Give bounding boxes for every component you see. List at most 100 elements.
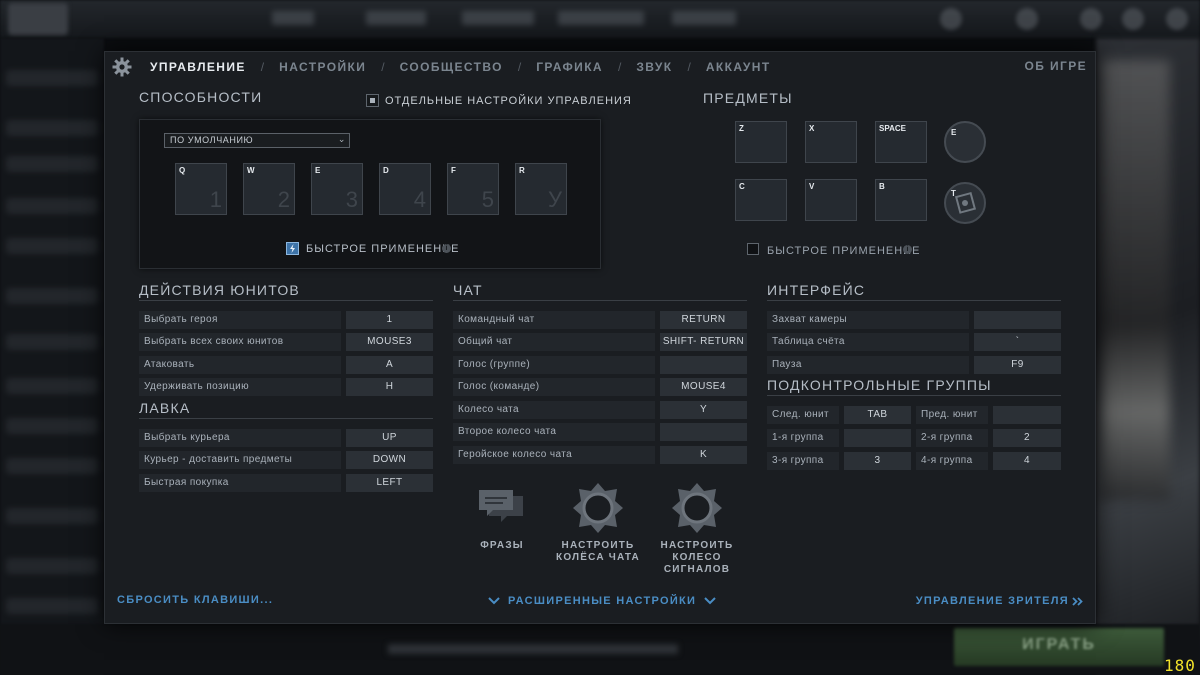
- spectator-controls-link[interactable]: УПРАВЛЕНИЕ ЗРИТЕЛЯ: [916, 594, 1083, 608]
- configure-chat-wheels-label[interactable]: НАСТРОИТЬ КОЛЁСА ЧАТА: [548, 540, 648, 564]
- binding-label: Голос (группе): [453, 356, 655, 374]
- preset-dropdown[interactable]: ПО УМОЛЧАНИЮ ⌄: [164, 133, 350, 148]
- chevron-down-icon: ⌄: [337, 134, 346, 144]
- advanced-settings-toggle[interactable]: РАСШИРЕННЫЕ НАСТРОЙКИ: [488, 594, 716, 608]
- control-group-row: 3-я группа 3 4-я группа 4: [767, 452, 1061, 470]
- binding-label: Быстрая покупка: [139, 474, 341, 492]
- tab-graphics[interactable]: ГРАФИКА: [536, 60, 603, 74]
- binding-key[interactable]: 4: [993, 452, 1061, 470]
- binding-key[interactable]: F9: [974, 356, 1061, 374]
- reset-keys-link[interactable]: СБРОСИТЬ КЛАВИШИ...: [117, 594, 273, 606]
- scroll-icon: [954, 191, 977, 214]
- abilities-title: СПОСОБНОСТИ: [139, 89, 263, 105]
- ability-slot[interactable]: Q 1: [175, 163, 227, 215]
- phrases-icon[interactable]: [477, 488, 527, 528]
- double-chevron-right-icon: [1072, 596, 1083, 606]
- binding-key[interactable]: 3: [844, 452, 911, 470]
- neutral-item-slot[interactable]: E: [944, 121, 986, 163]
- chat-wheel-icon[interactable]: [572, 482, 624, 534]
- item-slot[interactable]: Z: [735, 121, 787, 163]
- binding-key[interactable]: 1: [346, 311, 433, 329]
- info-icon[interactable]: i: [903, 245, 912, 254]
- label-line: НАСТРОИТЬ: [660, 540, 734, 551]
- binding-key[interactable]: DOWN: [346, 451, 433, 469]
- spectator-controls-label: УПРАВЛЕНИЕ ЗРИТЕЛЯ: [915, 595, 1069, 607]
- binding-key[interactable]: MOUSE3: [346, 333, 433, 351]
- tab-community[interactable]: СООБЩЕСТВО: [400, 60, 503, 74]
- binding-key[interactable]: [844, 429, 911, 447]
- chat-title: ЧАТ: [453, 282, 483, 298]
- binding-label: Курьер - доставить предметы: [139, 451, 341, 469]
- abilities-quick-cast-label: БЫСТРОЕ ПРИМЕНЕНИЕ: [306, 243, 460, 255]
- ability-slot[interactable]: E 3: [311, 163, 363, 215]
- item-slot[interactable]: V: [805, 179, 857, 221]
- binding-key[interactable]: [660, 356, 747, 374]
- interface-title: ИНТЕРФЕЙС: [767, 282, 866, 298]
- ability-key: R: [519, 166, 525, 175]
- binding-key[interactable]: [993, 406, 1061, 424]
- tab-settings[interactable]: НАСТРОЙКИ: [279, 60, 366, 74]
- separate-controls-checkbox[interactable]: [366, 94, 379, 107]
- binding-key[interactable]: A: [346, 356, 433, 374]
- binding-key[interactable]: LEFT: [346, 474, 433, 492]
- ability-number: 5: [481, 187, 494, 212]
- item-key: Z: [739, 124, 744, 133]
- quick-cast-toggle-icon[interactable]: [286, 242, 299, 255]
- chevron-down-icon: [488, 597, 500, 605]
- binding-key[interactable]: MOUSE4: [660, 378, 747, 396]
- tab-separator: /: [260, 60, 265, 74]
- item-key: SPACE: [879, 124, 906, 133]
- item-slot[interactable]: C: [735, 179, 787, 221]
- binding-label: 2-я группа: [916, 429, 988, 447]
- label-line: КОЛЕСО: [672, 552, 722, 563]
- configure-ping-wheel-label[interactable]: НАСТРОИТЬ КОЛЕСО СИГНАЛОВ: [647, 540, 747, 576]
- tab-controls[interactable]: УПРАВЛЕНИЕ: [150, 60, 246, 74]
- item-slot[interactable]: SPACE: [875, 121, 927, 163]
- ability-slot[interactable]: R У: [515, 163, 567, 215]
- ability-slot[interactable]: D 4: [379, 163, 431, 215]
- binding-key[interactable]: Y: [660, 401, 747, 419]
- ability-key: D: [383, 166, 389, 175]
- tab-account[interactable]: АККАУНТ: [706, 60, 771, 74]
- item-key: V: [809, 182, 815, 191]
- items-quick-cast-checkbox[interactable]: [747, 243, 759, 255]
- tab-separator: /: [618, 60, 622, 74]
- item-key: X: [809, 124, 815, 133]
- binding-label: Командный чат: [453, 311, 655, 329]
- binding-key[interactable]: SHIFT- RETURN: [660, 333, 747, 351]
- item-slot[interactable]: B: [875, 179, 927, 221]
- item-slot[interactable]: X: [805, 121, 857, 163]
- ability-number: 2: [277, 187, 290, 212]
- ping-wheel-icon[interactable]: [671, 482, 723, 534]
- nav-item-blurred: [462, 11, 534, 25]
- hero-art-blurred: [1100, 60, 1170, 500]
- tab-separator: /: [517, 60, 522, 74]
- topbar-icon-blurred: [1016, 8, 1038, 30]
- chevron-down-icon: [704, 597, 716, 605]
- binding-label: 1-я группа: [767, 429, 839, 447]
- binding-key[interactable]: K: [660, 446, 747, 464]
- info-icon[interactable]: i: [442, 244, 451, 253]
- chat-text-blurred: [388, 644, 678, 654]
- play-button-label: ИГРАТЬ: [1022, 636, 1096, 653]
- binding-key[interactable]: `: [974, 333, 1061, 351]
- binding-label: Выбрать курьера: [139, 429, 341, 447]
- binding-key[interactable]: 2: [993, 429, 1061, 447]
- binding-key[interactable]: [660, 423, 747, 441]
- binding-label: Таблица счёта: [767, 333, 969, 351]
- settings-tabs: УПРАВЛЕНИЕ / НАСТРОЙКИ / СООБЩЕСТВО / ГР…: [150, 59, 771, 75]
- binding-key[interactable]: H: [346, 378, 433, 396]
- binding-key[interactable]: TAB: [844, 406, 911, 424]
- ability-number: 1: [209, 187, 222, 212]
- tab-sound[interactable]: ЗВУК: [636, 60, 672, 74]
- binding-key[interactable]: RETURN: [660, 311, 747, 329]
- control-groups-title: ПОДКОНТРОЛЬНЫЕ ГРУППЫ: [767, 377, 992, 393]
- tab-about[interactable]: ОБ ИГРЕ: [1024, 59, 1087, 73]
- binding-key[interactable]: UP: [346, 429, 433, 447]
- ability-slot[interactable]: W 2: [243, 163, 295, 215]
- ability-slot[interactable]: F 5: [447, 163, 499, 215]
- item-key: C: [739, 182, 745, 191]
- preset-value: ПО УМОЛЧАНИЮ: [170, 135, 254, 145]
- binding-key[interactable]: [974, 311, 1061, 329]
- tp-scroll-slot[interactable]: T: [944, 182, 986, 224]
